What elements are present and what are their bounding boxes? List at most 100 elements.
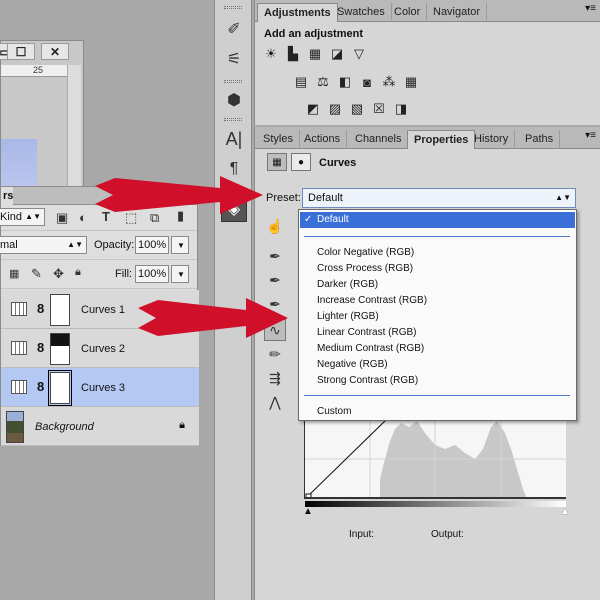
layer-name: Background — [35, 421, 94, 433]
preset-option[interactable]: Lighter (RGB) — [300, 309, 575, 325]
opacity-label: Opacity: — [94, 239, 135, 251]
curves-grid-icon: ▦ — [272, 156, 282, 168]
layer-row-curves-3[interactable]: 8 Curves 3 — [1, 368, 199, 407]
dock-grip[interactable] — [224, 118, 242, 121]
preset-option[interactable]: Negative (RGB) — [300, 357, 575, 373]
background-thumbnail — [6, 411, 24, 443]
preset-option-custom[interactable]: Custom — [300, 404, 575, 420]
black-point-eyedropper-icon[interactable]: ✒ — [264, 245, 286, 267]
close-button[interactable]: ✕ — [41, 43, 69, 60]
chevron-down-icon: ▼ — [177, 270, 185, 279]
selective-color-icon[interactable]: ◨ — [393, 101, 409, 117]
curves-adjustment-button[interactable]: ▦ — [267, 153, 287, 171]
preset-select[interactable]: Default ▲▼ — [302, 188, 576, 208]
fill-input[interactable]: 100% — [135, 265, 169, 283]
vibrance-icon[interactable]: ▽ — [351, 46, 367, 62]
brightness-contrast-icon[interactable]: ☀ — [263, 46, 279, 62]
smooth-icon[interactable]: ⇶ — [264, 367, 286, 389]
dock-grip[interactable] — [224, 80, 242, 83]
annotation-arrow-2 — [138, 298, 288, 338]
tab-history[interactable]: History — [468, 130, 516, 149]
layer-name: Curves 3 — [81, 382, 126, 394]
dock-grip[interactable] — [224, 6, 242, 9]
opacity-input[interactable]: 100% — [135, 236, 169, 254]
curves-icon[interactable]: ▦ — [307, 46, 323, 62]
posterize-icon[interactable]: ▨ — [327, 101, 343, 117]
lock-position-icon[interactable]: ✥ — [53, 266, 64, 282]
fill-dropdown-button[interactable]: ▼ — [171, 265, 189, 283]
filter-kind-select[interactable]: Kind ▲▼ — [0, 208, 45, 226]
histogram-area — [380, 421, 527, 497]
opacity-dropdown-button[interactable]: ▼ — [171, 236, 189, 254]
tab-layers[interactable]: rs — [1, 187, 13, 205]
stepper-arrows-icon: ▲▼ — [25, 212, 41, 221]
pencil-icon[interactable]: ✏ — [264, 343, 286, 365]
brush-settings-icon[interactable]: ⚟ — [221, 46, 247, 72]
color-lookup-icon[interactable]: ▦ — [403, 74, 419, 90]
character-icon[interactable]: A| — [221, 126, 247, 152]
tab-swatches[interactable]: Swatches — [331, 3, 392, 22]
preset-option[interactable]: Strong Contrast (RGB) — [300, 373, 575, 389]
tab-styles[interactable]: Styles — [257, 130, 300, 149]
layer-name: Curves 1 — [81, 304, 126, 316]
layer-row-background[interactable]: Background 🔒︎ — [1, 407, 199, 446]
channel-mixer-icon[interactable]: ⁂ — [381, 74, 397, 90]
tab-properties[interactable]: Properties — [407, 130, 476, 149]
preset-option[interactable]: Increase Contrast (RGB) — [300, 293, 575, 309]
photo-filter-icon[interactable]: ◙ — [359, 74, 375, 90]
chevron-down-icon: ▼ — [177, 241, 185, 250]
exposure-icon[interactable]: ◪ — [329, 46, 345, 62]
layer-mask-thumbnail[interactable] — [50, 333, 70, 365]
tab-color[interactable]: Color — [388, 3, 428, 22]
lock-all-icon[interactable]: 🔒︎ — [75, 266, 81, 279]
panel-menu-icon[interactable]: ▾≡ — [585, 130, 596, 141]
properties-title: Curves — [319, 157, 357, 169]
preset-option[interactable]: Color Negative (RGB) — [300, 245, 575, 261]
lock-transparency-icon[interactable]: ▦ — [9, 267, 19, 280]
layer-mask-thumbnail[interactable] — [50, 294, 70, 326]
hue-saturation-icon[interactable]: ▤ — [293, 74, 309, 90]
blend-mode-select[interactable]: mal ▲▼ — [0, 236, 87, 254]
gradient-map-icon[interactable]: ☒ — [371, 101, 387, 117]
tab-paths[interactable]: Paths — [519, 130, 561, 149]
color-balance-icon[interactable]: ⚖ — [315, 74, 331, 90]
black-slider-icon[interactable]: ▲ — [303, 506, 313, 517]
annotation-arrow-1 — [95, 176, 263, 214]
layer-mask-thumbnail[interactable] — [48, 370, 72, 406]
preset-dropdown-menu: ✓ Default Color Negative (RGB) Cross Proc… — [298, 209, 577, 421]
link-icon[interactable]: 8 — [37, 340, 44, 355]
threshold-icon[interactable]: ▧ — [349, 101, 365, 117]
mask-button[interactable]: ● — [291, 153, 311, 171]
auto-levels-icon[interactable]: ⋀ — [264, 391, 286, 413]
preset-option[interactable]: Linear Contrast (RGB) — [300, 325, 575, 341]
maximize-button[interactable]: ☐ — [7, 43, 35, 60]
lock-brush-icon[interactable]: ✎ — [31, 266, 42, 282]
tab-actions[interactable]: Actions — [298, 130, 348, 149]
ruler-number: 25 — [33, 65, 44, 75]
targeted-adjustment-icon[interactable]: ☝ — [264, 215, 286, 237]
panel-menu-icon[interactable]: ▾≡ — [585, 3, 596, 14]
white-slider-icon[interactable]: ▲ — [560, 506, 570, 517]
image-filter-icon[interactable]: ▣ — [56, 210, 68, 226]
curve-black-point[interactable] — [305, 493, 312, 499]
3d-cube-icon[interactable]: ⬢ — [221, 87, 247, 113]
preset-option[interactable]: Darker (RGB) — [300, 277, 575, 293]
preset-option[interactable]: Cross Process (RGB) — [300, 261, 575, 277]
curve-line[interactable] — [306, 419, 388, 497]
preset-value: Default — [308, 192, 343, 204]
tab-adjustments[interactable]: Adjustments — [257, 3, 338, 22]
tab-channels[interactable]: Channels — [349, 130, 409, 149]
gray-point-eyedropper-icon[interactable]: ✒ — [264, 269, 286, 291]
link-icon[interactable]: 8 — [37, 379, 44, 394]
preset-option-default[interactable]: ✓ Default — [300, 212, 575, 228]
adjustment-filter-icon[interactable]: ◐ — [79, 210, 87, 225]
vertical-scrollbar[interactable] — [67, 65, 81, 190]
curves-graph[interactable] — [304, 419, 566, 499]
link-icon[interactable]: 8 — [37, 301, 44, 316]
levels-icon[interactable]: ▙ — [285, 46, 301, 62]
invert-icon[interactable]: ◩ — [305, 101, 321, 117]
preset-option[interactable]: Medium Contrast (RGB) — [300, 341, 575, 357]
black-white-icon[interactable]: ◧ — [337, 74, 353, 90]
tab-navigator[interactable]: Navigator — [427, 3, 488, 22]
brush-presets-icon[interactable]: ✐ — [221, 16, 247, 42]
